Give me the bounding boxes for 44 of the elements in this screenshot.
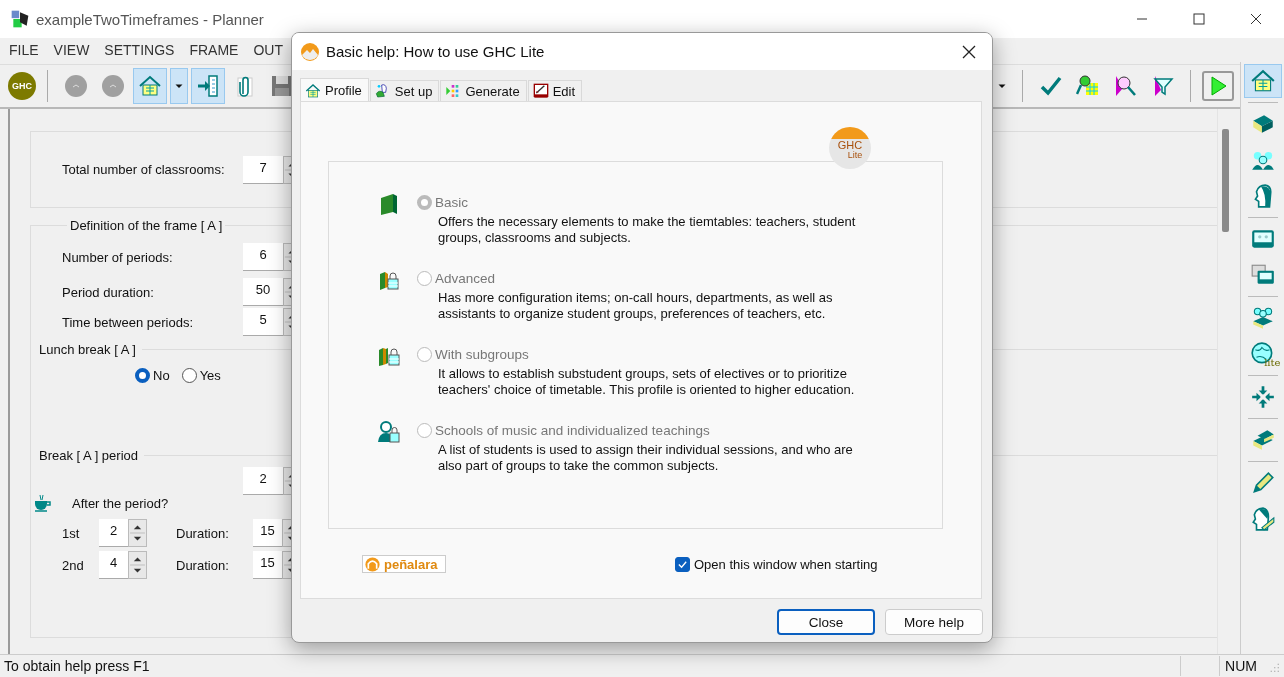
section-title: Definition of the frame [ A ] xyxy=(69,218,224,233)
tab[interactable]: Edit xyxy=(527,80,583,101)
logo-text: Lite xyxy=(847,150,863,160)
section-title: Lunch break [ A ] xyxy=(39,341,136,357)
section-title: Break [ A ] period xyxy=(39,447,138,463)
startup-checkbox[interactable]: Open this window when starting xyxy=(675,556,878,572)
field-label: 2nd xyxy=(62,557,85,573)
field-label: 1st xyxy=(62,525,81,541)
menu-item[interactable]: VIEW xyxy=(53,42,90,58)
menu-item[interactable]: OUT xyxy=(253,42,283,58)
field-label: Duration: xyxy=(176,525,230,541)
menu-item[interactable]: SETTINGS xyxy=(104,42,175,58)
radio-option[interactable]: Yes xyxy=(181,367,221,383)
field-label: Duration: xyxy=(176,557,230,573)
profile-option: With subgroups xyxy=(417,344,878,364)
dialog-button[interactable]: Close xyxy=(777,609,875,635)
tab[interactable]: Set up xyxy=(369,80,440,101)
logo-text: GHC xyxy=(837,140,863,150)
profile-description: It allows to establish substudent groups, sets of electives or to prioritize teachers' choice of timetable. This profile is oriented to higher education. xyxy=(438,366,856,398)
question-text: After the period? xyxy=(72,495,169,511)
profile-option: Basic xyxy=(417,192,878,212)
profile-option: Advanced xyxy=(417,268,878,288)
profile-description: A list of students is used to assign their individual sessions, and who are also part of groups to take the common subjects. xyxy=(438,442,854,474)
menu-item[interactable]: FILE xyxy=(9,42,39,58)
field-label: Period duration: xyxy=(62,284,155,300)
window-title: exampleTwoTimeframes - Planner xyxy=(36,10,264,28)
dialog-button[interactable]: More help xyxy=(885,609,983,635)
field-label: Time between periods: xyxy=(62,314,195,330)
field-label: Number of periods: xyxy=(62,249,174,265)
status-text: To obtain help press F1 xyxy=(3,658,151,674)
brand-name: peñalara xyxy=(384,556,438,572)
profile-description: Offers the necessary elements to make the tiemtables: teachers, student groups, classrooms and subjects. xyxy=(438,214,857,246)
logo-button[interactable]: GHC xyxy=(8,72,36,100)
profile-description: Has more configuration items; on-call hours, departments, as well as assistants to organize student groups, preferences of teachers, etc. xyxy=(438,290,834,322)
tab[interactable]: Profile xyxy=(300,78,369,102)
profile-option: Schools of music and individualized teachings xyxy=(417,420,878,440)
dialog-title: Basic help: How to use GHC Lite xyxy=(326,43,545,60)
globe-button[interactable]: lite xyxy=(1243,337,1282,371)
menu-item[interactable]: FRAME xyxy=(189,42,239,58)
field-label: Total number of classrooms: xyxy=(62,162,226,177)
tab[interactable]: Generate xyxy=(440,80,527,101)
icon-label: lite xyxy=(1264,358,1281,368)
status-indicator: NUM xyxy=(1219,656,1262,676)
radio-option[interactable]: No xyxy=(135,367,170,383)
